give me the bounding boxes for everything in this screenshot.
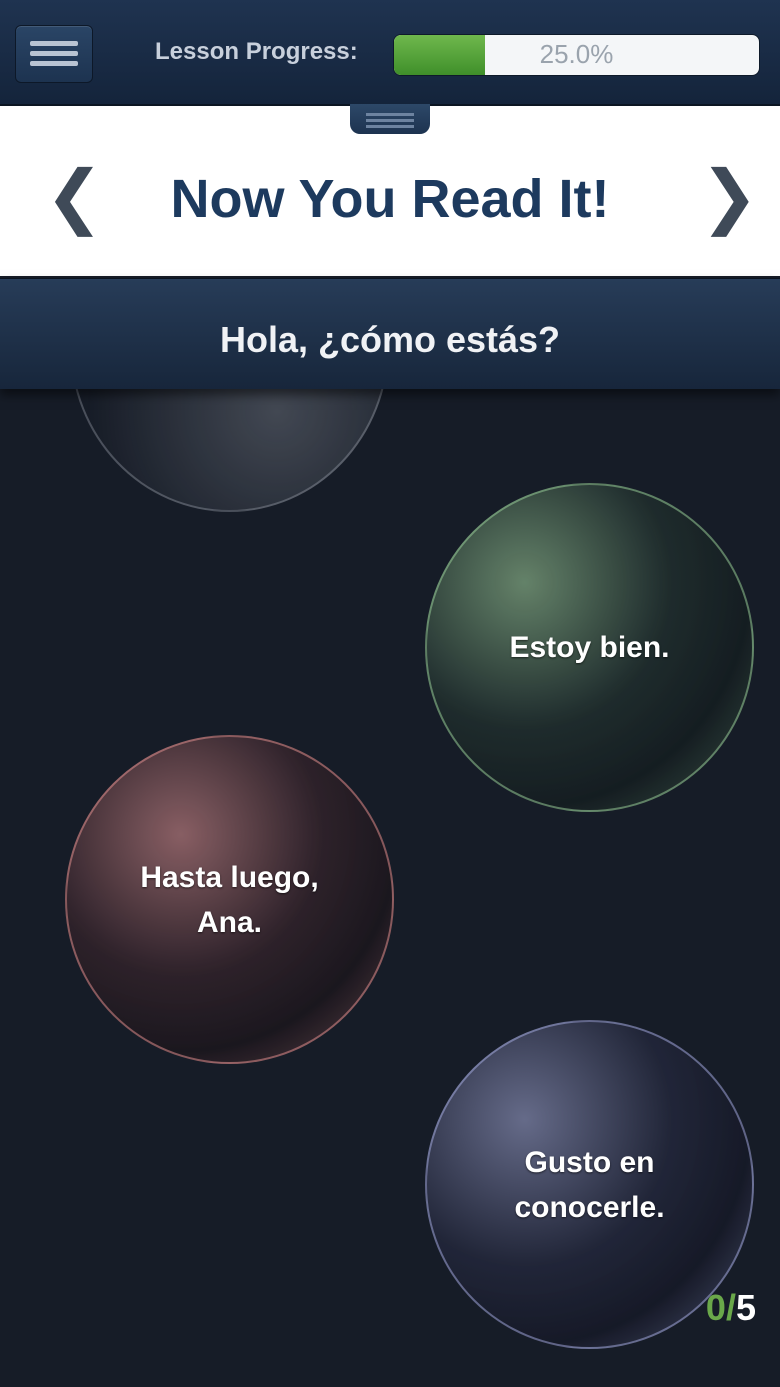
grip-icon-line — [366, 113, 414, 116]
drawer-handle[interactable] — [350, 104, 430, 134]
prompt-phrase: Hola, ¿cómo estás? — [219, 319, 561, 360]
counter-separator: / — [725, 1287, 736, 1328]
lesson-progress-bar: 25.0% — [393, 34, 760, 76]
chevron-right-icon[interactable]: ❯ — [700, 161, 759, 231]
grip-icon-line — [366, 125, 414, 128]
hamburger-icon-line — [30, 51, 78, 56]
answer-bubble-red[interactable]: Hasta luego, Ana. — [65, 735, 394, 1064]
bubble-area: Estoy bien. Hasta luego, Ana. Gusto en c… — [0, 388, 780, 1387]
answer-bubble-gray[interactable] — [70, 388, 389, 512]
progress-text: 25.0% — [539, 39, 614, 69]
chevron-left-icon[interactable]: ❮ — [45, 161, 104, 231]
page-title: Now You Read It! — [170, 169, 610, 229]
counter-done: 0 — [705, 1287, 726, 1328]
prompt-bar: Hola, ¿cómo estás? — [0, 278, 780, 389]
grip-icon-line — [366, 119, 414, 122]
hamburger-icon-line — [30, 61, 78, 66]
menu-button[interactable] — [15, 25, 93, 83]
hamburger-icon-line — [30, 41, 78, 46]
bubble-label: Estoy bien. — [509, 631, 670, 664]
progress-label: Lesson Progress: — [155, 38, 358, 65]
bubble-label: Hasta luego, Ana. — [140, 860, 319, 939]
counter-total: 5 — [735, 1287, 756, 1328]
bubble-label: Gusto en conocerle. — [514, 1145, 665, 1224]
answer-bubble-blue[interactable]: Gusto en conocerle. — [425, 1020, 754, 1349]
answer-bubble-green[interactable]: Estoy bien. — [425, 483, 754, 812]
score-counter: 0/5 — [706, 1287, 756, 1329]
top-bar: Lesson Progress: 25.0% — [0, 0, 780, 106]
